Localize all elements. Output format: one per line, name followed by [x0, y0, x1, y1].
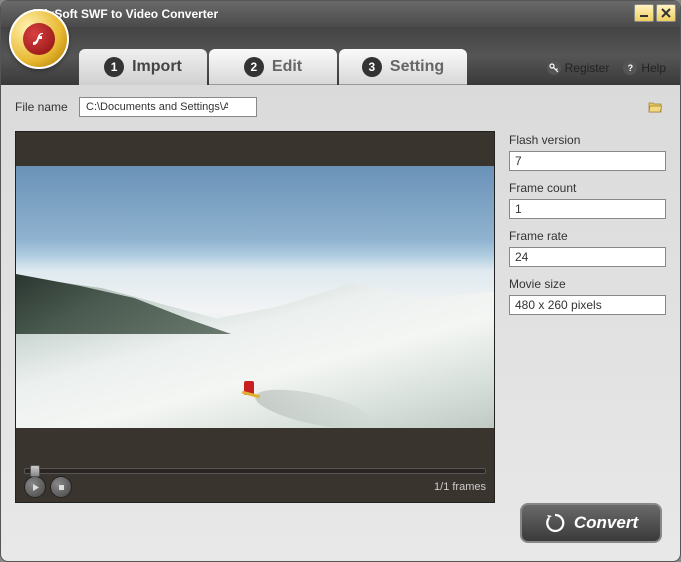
stop-button[interactable]: [50, 476, 72, 498]
tab-number: 2: [244, 57, 264, 77]
movie-size-field: 480 x 260 pixels: [509, 295, 666, 315]
tab-edit[interactable]: 2 Edit: [209, 49, 337, 85]
content: File name: [1, 85, 680, 515]
convert-button[interactable]: Convert: [520, 503, 662, 543]
filename-wrapper: [79, 97, 666, 117]
tab-number: 3: [362, 57, 382, 77]
tabs: 1 Import 2 Edit 3 Setting: [79, 49, 467, 85]
tab-setting[interactable]: 3 Setting: [339, 49, 467, 85]
window-controls: [634, 4, 676, 22]
tab-number: 1: [104, 57, 124, 77]
filename-input[interactable]: [79, 97, 257, 117]
tab-import[interactable]: 1 Import: [79, 49, 207, 85]
seek-track[interactable]: [24, 468, 486, 474]
preview-panel: 1/1 frames: [15, 131, 495, 503]
play-button[interactable]: [24, 476, 46, 498]
frame-rate-label: Frame rate: [509, 229, 666, 243]
tab-label: Setting: [390, 58, 444, 76]
header-links: Register ? Help: [547, 61, 666, 75]
minimize-button[interactable]: [634, 4, 654, 22]
key-icon: [547, 61, 561, 75]
frames-text: 1/1 frames: [434, 481, 486, 493]
register-link[interactable]: Register: [547, 61, 610, 75]
seek-handle[interactable]: [30, 465, 40, 477]
filename-label: File name: [15, 100, 71, 114]
convert-label: Convert: [574, 513, 638, 533]
tab-label: Import: [132, 58, 182, 76]
app-window: iPixSoft SWF to Video Converter 1 Import…: [0, 0, 681, 562]
main-row: 1/1 frames Flash version 7 Frame count 1…: [15, 131, 666, 503]
frame-rate-field: 24: [509, 247, 666, 267]
frame-count-field: 1: [509, 199, 666, 219]
convert-icon: [544, 512, 566, 534]
ski-trail: [252, 382, 376, 428]
help-label: Help: [641, 61, 666, 75]
filename-row: File name: [15, 97, 666, 117]
help-link[interactable]: ? Help: [623, 61, 666, 75]
titlebar: iPixSoft SWF to Video Converter: [1, 1, 680, 27]
player-controls: 1/1 frames: [16, 462, 494, 502]
browse-icon[interactable]: [647, 100, 663, 114]
tab-label: Edit: [272, 58, 302, 76]
movie-size-label: Movie size: [509, 277, 666, 291]
frame-count-label: Frame count: [509, 181, 666, 195]
header: 1 Import 2 Edit 3 Setting Register ? Hel…: [1, 27, 680, 85]
flash-version-label: Flash version: [509, 133, 666, 147]
close-button[interactable]: [656, 4, 676, 22]
skier: [244, 381, 258, 397]
flash-version-field: 7: [509, 151, 666, 171]
preview-canvas: [16, 132, 494, 462]
app-logo: [9, 9, 69, 69]
preview-image: [16, 166, 494, 428]
register-label: Register: [565, 61, 610, 75]
help-icon: ?: [623, 61, 637, 75]
info-panel: Flash version 7 Frame count 1 Frame rate…: [509, 131, 666, 503]
flash-icon: [23, 23, 55, 55]
